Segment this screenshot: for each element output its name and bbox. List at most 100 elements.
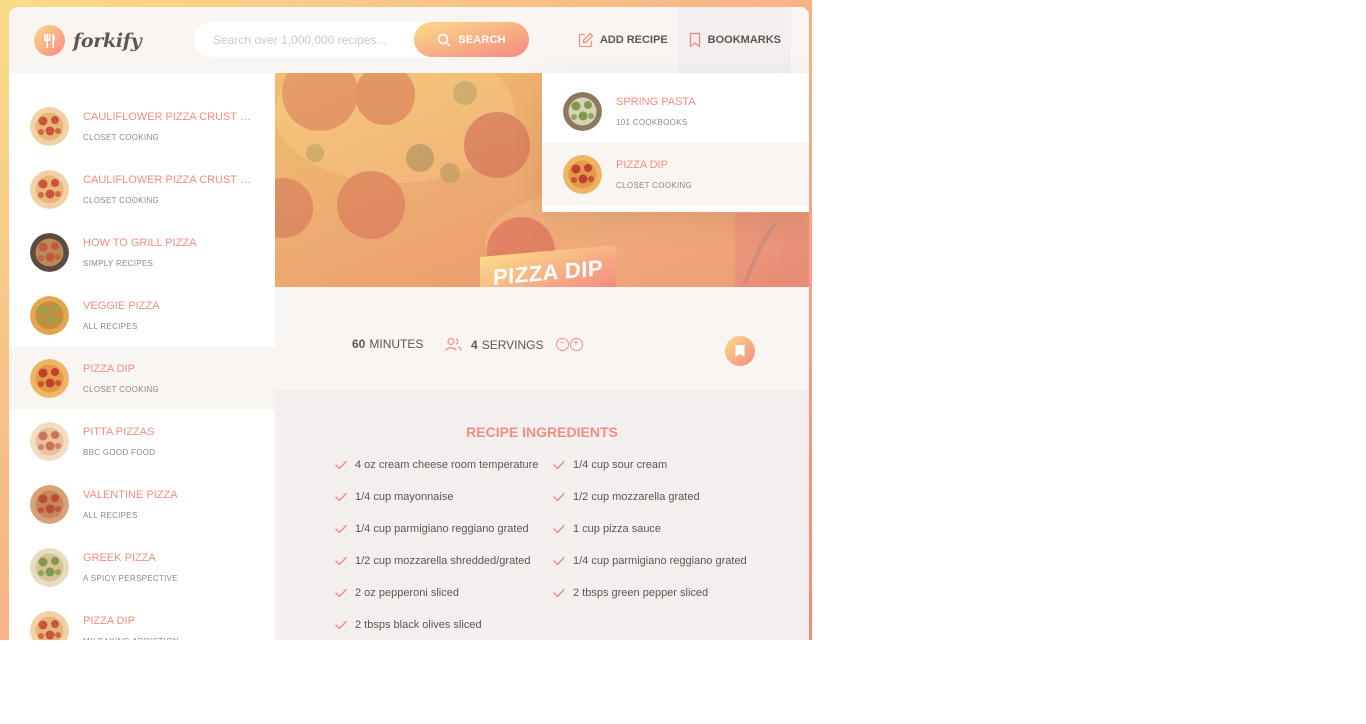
recipe-thumbnail xyxy=(30,611,69,640)
check-icon xyxy=(335,492,347,502)
add-recipe-label: ADD RECIPE xyxy=(599,34,668,46)
result-item[interactable]: CAULIFLOWER PIZZA CRUST (WIT... CLOSET CO… xyxy=(9,158,275,221)
minutes-value: 60 xyxy=(352,337,366,351)
preview-publisher: CLOSET COOKING xyxy=(83,196,160,205)
logo[interactable]: forkify xyxy=(34,25,142,56)
preview-publisher: ALL RECIPES xyxy=(83,511,138,520)
result-item[interactable]: PITTA PIZZAS BBC GOOD FOOD xyxy=(9,410,275,473)
preview-publisher: CLOSET COOKING xyxy=(616,181,693,190)
preview-text: SPRING PASTA 101 COOKBOOKS xyxy=(616,96,784,127)
preview-publisher: CLOSET COOKING xyxy=(83,133,160,142)
users-icon xyxy=(445,337,462,351)
servings-controls: − + xyxy=(555,338,584,351)
search-button-label: SEARCH xyxy=(458,33,506,46)
logo-text: forkify xyxy=(73,29,142,52)
preview-title: PIZZA DIP xyxy=(83,363,135,375)
preview-publisher: BBC GOOD FOOD xyxy=(83,448,156,457)
search-button[interactable]: SEARCH xyxy=(414,22,529,57)
ingredient-list: 4 oz cream cheese room temperature 1/4 cu… xyxy=(335,457,775,633)
preview-title: PIZZA DIP xyxy=(83,615,135,627)
recipe-thumbnail xyxy=(30,107,69,146)
ingredient-text: 1/4 cup sour cream xyxy=(573,459,668,471)
bookmark-item[interactable]: SPRING PASTA 101 COOKBOOKS xyxy=(542,80,809,143)
preview-text: PIZZA DIP MY BAKING ADDICTION xyxy=(83,615,251,640)
check-icon xyxy=(553,524,565,534)
recipe-thumbnail xyxy=(30,422,69,461)
preview-text: PIZZA DIP CLOSET COOKING xyxy=(83,363,251,394)
fork-knife-icon xyxy=(34,25,65,56)
minus-circle-icon[interactable]: − xyxy=(555,338,569,351)
preview-text: PITTA PIZZAS BBC GOOD FOOD xyxy=(83,426,251,457)
preview-publisher: ALL RECIPES xyxy=(83,322,138,331)
ingredient-text: 4 oz cream cheese room temperature xyxy=(355,459,539,471)
result-item[interactable]: GREEK PIZZA A SPICY PERSPECTIVE xyxy=(9,536,275,599)
preview-text: VEGGIE PIZZA ALL RECIPES xyxy=(83,300,251,331)
bookmarks-button[interactable]: BOOKMARKS xyxy=(677,7,791,73)
recipe-thumbnail xyxy=(30,485,69,524)
ingredient-item: 4 oz cream cheese room temperature xyxy=(335,457,553,473)
recipe-thumbnail xyxy=(30,170,69,209)
plus-circle-icon[interactable]: + xyxy=(569,338,583,351)
ingredient-text: 2 tbsps black olives sliced xyxy=(355,619,482,631)
nav: ADD RECIPE BOOKMARKS xyxy=(568,7,791,73)
ingredient-text: 1/4 cup parmigiano reggiano grated xyxy=(355,523,529,535)
preview-text: VALENTINE PIZZA ALL RECIPES xyxy=(83,489,251,520)
bookmark-item[interactable]: PIZZA DIP CLOSET COOKING xyxy=(542,143,809,206)
bookmark-recipe-button[interactable] xyxy=(725,336,755,366)
result-item[interactable]: VEGGIE PIZZA ALL RECIPES xyxy=(9,284,275,347)
minutes-label: MINUTES xyxy=(369,337,424,351)
ingredient-text: 1 cup pizza sauce xyxy=(573,523,662,535)
recipe-thumbnail xyxy=(30,359,69,398)
app-container: forkify SEARCH ADD xyxy=(9,7,809,640)
servings-value: 4 xyxy=(471,337,478,352)
header: forkify SEARCH ADD xyxy=(9,7,809,73)
check-icon xyxy=(553,556,565,566)
ingredient-item: 1/4 cup parmigiano reggiano grated xyxy=(335,521,553,537)
ingredient-item: 2 tbsps green pepper sliced xyxy=(553,585,771,601)
recipe-details: 60 MINUTES 4 SERVINGS − + xyxy=(275,287,809,390)
edit-icon xyxy=(578,32,593,48)
preview-title: CAULIFLOWER PIZZA CRUST (WIT... xyxy=(83,111,251,123)
result-item[interactable]: VALENTINE PIZZA ALL RECIPES xyxy=(9,473,275,536)
preview-text: CAULIFLOWER PIZZA CRUST (WIT... CLOSET CO… xyxy=(83,174,251,205)
ingredient-text: 2 tbsps green pepper sliced xyxy=(573,587,709,599)
preview-title: GREEK PIZZA xyxy=(83,552,156,564)
bookmark-icon xyxy=(689,32,700,48)
ingredient-item: 1 cup pizza sauce xyxy=(553,521,771,537)
preview-publisher: SIMPLY RECIPES xyxy=(83,259,154,268)
ingredients-heading: RECIPE INGREDIENTS xyxy=(466,424,618,440)
add-recipe-button[interactable]: ADD RECIPE xyxy=(568,7,678,73)
check-icon xyxy=(335,588,347,598)
result-item[interactable]: PIZZA DIP MY BAKING ADDICTION xyxy=(9,599,275,640)
ingredient-item: 2 tbsps black olives sliced xyxy=(335,617,553,633)
preview-title: VEGGIE PIZZA xyxy=(83,300,160,312)
ingredient-text: 2 oz pepperoni sliced xyxy=(355,587,459,599)
recipe-ingredients: RECIPE INGREDIENTS 4 oz cream cheese roo… xyxy=(275,390,809,640)
ingredient-text: 1/2 cup mozzarella grated xyxy=(573,491,700,503)
search-input[interactable] xyxy=(213,32,423,47)
servings-label: SERVINGS xyxy=(481,337,544,352)
preview-text: HOW TO GRILL PIZZA SIMPLY RECIPES xyxy=(83,237,251,268)
result-item[interactable]: PIZZA DIP CLOSET COOKING xyxy=(9,347,275,410)
result-item[interactable]: CAULIFLOWER PIZZA CRUST (WIT... CLOSET CO… xyxy=(9,95,275,158)
preview-publisher: 101 COOKBOOKS xyxy=(616,118,688,127)
preview-title: VALENTINE PIZZA xyxy=(83,489,178,501)
ingredient-item: 2 oz pepperoni sliced xyxy=(335,585,553,601)
preview-title: CAULIFLOWER PIZZA CRUST (WIT... xyxy=(83,174,251,186)
recipe-thumbnail xyxy=(563,92,602,131)
ingredient-item: 1/4 cup sour cream xyxy=(553,457,771,473)
ingredient-text: 1/4 cup parmigiano reggiano grated xyxy=(573,555,747,567)
search-results: CAULIFLOWER PIZZA CRUST (WIT... CLOSET CO… xyxy=(9,73,275,640)
result-item[interactable]: HOW TO GRILL PIZZA SIMPLY RECIPES xyxy=(9,221,275,284)
bookmark-fill-icon xyxy=(735,345,745,357)
bookmarks-label: BOOKMARKS xyxy=(707,34,781,46)
ingredient-item: 1/4 cup mayonnaise xyxy=(335,489,553,505)
preview-title: HOW TO GRILL PIZZA xyxy=(83,237,197,249)
bookmarks-dropdown: SPRING PASTA 101 COOKBOOKS PIZZA DIP CLOSET… xyxy=(542,73,809,212)
recipe-servings: 4 SERVINGS − + xyxy=(445,337,584,352)
check-icon xyxy=(335,556,347,566)
results-list: CAULIFLOWER PIZZA CRUST (WIT... CLOSET CO… xyxy=(9,73,275,640)
preview-publisher: A SPICY PERSPECTIVE xyxy=(83,574,178,583)
ingredient-item: 1/2 cup mozzarella shredded/grated xyxy=(335,553,553,569)
app-background: forkify SEARCH ADD xyxy=(0,0,812,640)
